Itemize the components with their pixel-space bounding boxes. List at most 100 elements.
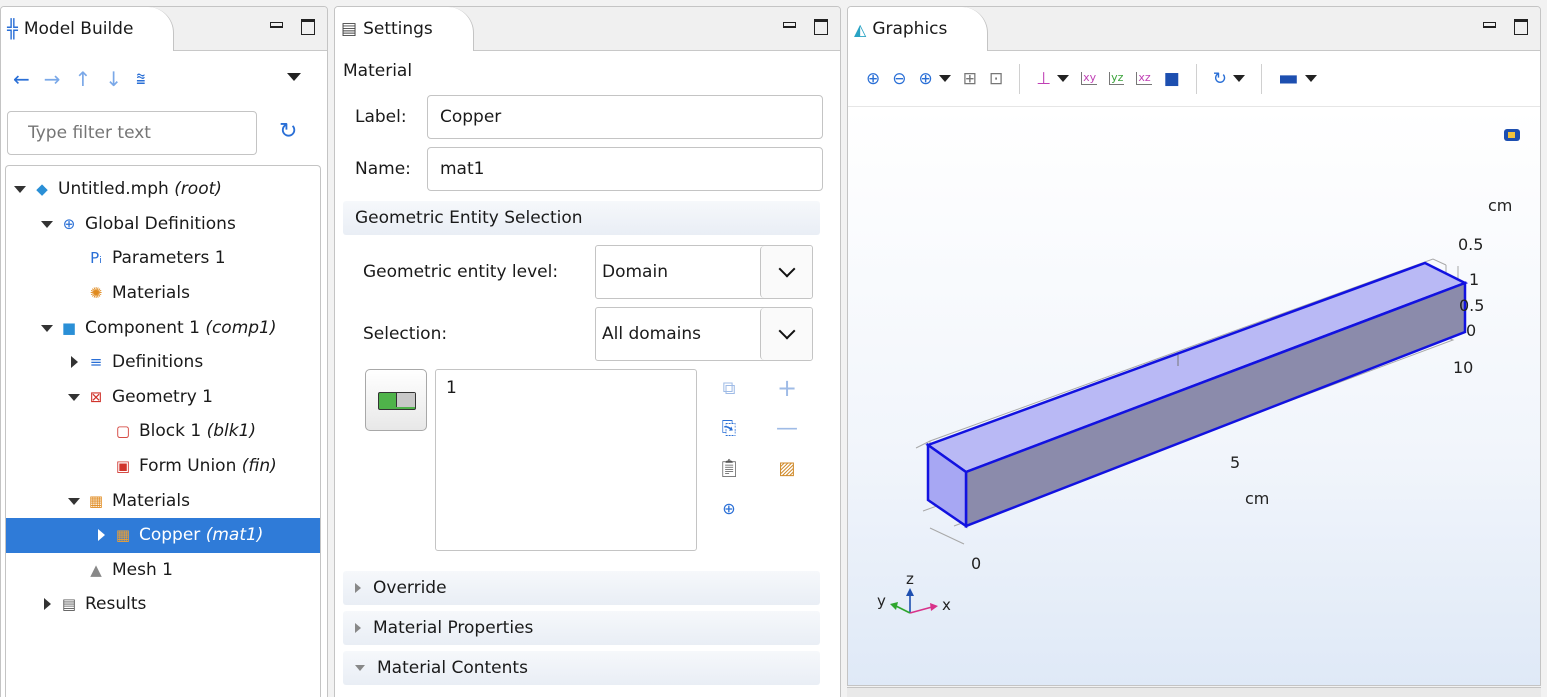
tree-item[interactable]: ✺ Materials [6, 276, 320, 311]
maximize-icon[interactable] [301, 18, 315, 35]
clear-selection-icon[interactable]: ▨ [773, 455, 801, 481]
axis-unit-bottom: cm [1245, 489, 1270, 508]
rotate-dropdown-icon[interactable] [1233, 75, 1245, 82]
tab-model-builder[interactable]: ╬ Model Builde [1, 7, 175, 51]
remove-icon[interactable]: — [773, 415, 801, 441]
tree-item[interactable]: ⊠ Geometry 1 [6, 380, 320, 415]
caret-down-icon[interactable] [66, 389, 82, 405]
active-toggle-button[interactable] [365, 369, 427, 431]
caret-right-icon[interactable] [93, 527, 109, 543]
model-builder-panel: ╬ Model Builde ← → ↑ ↓ ⩰ ↻ ◆ Untitled.mph… [0, 6, 328, 697]
section-geometric-entity-selection[interactable]: Geometric Entity Selection [343, 201, 820, 235]
section-override[interactable]: Override [343, 571, 820, 605]
refresh-icon[interactable]: ↻ [279, 119, 297, 144]
tree-item[interactable]: Pᵢ Parameters 1 [6, 241, 320, 276]
axis-unit-top: cm [1488, 196, 1513, 215]
rotate-icon[interactable]: ↻ [1213, 69, 1227, 89]
entity-level-value: Domain [602, 262, 668, 282]
zoom-extents-icon[interactable]: ⊡ [989, 69, 1003, 89]
graphics-window-buttons [1482, 18, 1528, 35]
x-tick-0: 0 [971, 554, 982, 573]
tree-item[interactable]: ◆ Untitled.mph (root) [6, 172, 320, 207]
minimize-icon[interactable] [269, 18, 283, 32]
tree-item[interactable]: ▤ Results [6, 587, 320, 622]
label-field[interactable]: Copper [427, 95, 823, 139]
render-mode-icon[interactable]: ▬ [1278, 66, 1299, 91]
tree-item[interactable]: ▦ Materials [6, 483, 320, 518]
tree-item-label: Block 1 [139, 421, 202, 442]
tree-item[interactable]: ▣ Form Union (fin) [6, 449, 320, 484]
view-yz-icon[interactable]: yz [1109, 72, 1125, 85]
paste-selection-icon[interactable]: ⧉ [715, 375, 743, 401]
copy-selection-icon[interactable]: ⎘ [715, 415, 743, 441]
add-icon[interactable]: + [773, 374, 801, 402]
tree-item-label: Component 1 [85, 317, 200, 338]
zoom-box-icon[interactable]: ⊕ [919, 69, 933, 89]
camera-icon[interactable]: ■ [1164, 69, 1180, 89]
toolbar-separator [1261, 63, 1262, 94]
tree-item[interactable]: ▲ Mesh 1 [6, 553, 320, 588]
section-contents-label: Material Contents [377, 658, 528, 678]
view-xz-icon[interactable]: xz [1136, 72, 1152, 85]
minimize-icon[interactable] [782, 18, 796, 32]
selection-label: Selection: [363, 324, 448, 344]
move-up-icon[interactable]: ↑ [75, 67, 92, 91]
label-field-label: Label: [355, 107, 407, 127]
selection-list-item[interactable]: 1 [446, 378, 686, 398]
zoom-out-icon[interactable]: ⊖ [892, 69, 906, 89]
tree-item[interactable]: ■ Component 1 (comp1) [6, 310, 320, 345]
x-tick-5: 5 [1230, 453, 1241, 472]
selection-list[interactable]: 1 [435, 369, 697, 551]
zoom-to-selection-icon[interactable]: ⊕ [715, 495, 743, 521]
view-axes-icon[interactable]: ⊥ [1036, 69, 1051, 89]
maximize-icon[interactable] [814, 18, 828, 35]
tree-item[interactable]: ▦ Copper (mat1) [6, 517, 320, 553]
geometry-icon: ⊠ [89, 387, 103, 406]
section-properties-label: Material Properties [373, 618, 534, 638]
clipboard-icon[interactable]: 📋︎ [715, 455, 743, 481]
label-row: Label: Copper [343, 91, 832, 143]
zoom-in-icon[interactable]: ⊕ [866, 69, 880, 89]
name-row: Name: mat1 [343, 143, 832, 195]
caret-right-icon[interactable] [39, 596, 55, 612]
chevron-down-icon[interactable] [760, 246, 812, 298]
forward-arrow-icon[interactable]: → [44, 67, 61, 91]
zoom-selected-icon[interactable]: ⊞ [963, 69, 977, 89]
chevron-down-icon[interactable] [760, 308, 812, 360]
move-down-icon[interactable]: ↓ [105, 67, 122, 91]
views-dropdown-icon[interactable] [1057, 75, 1070, 82]
zoom-dropdown-icon[interactable] [938, 75, 951, 82]
name-field[interactable]: mat1 [427, 147, 823, 191]
tree-item[interactable]: ≡ Definitions [6, 345, 320, 380]
back-arrow-icon[interactable]: ← [13, 67, 30, 91]
section-material-properties[interactable]: Material Properties [343, 611, 820, 645]
tree-item[interactable]: ▢ Block 1 (blk1) [6, 414, 320, 449]
tab-settings[interactable]: ▤ Settings [335, 7, 474, 51]
caret-down-icon[interactable] [66, 493, 82, 509]
toolbar-dropdown-icon[interactable] [287, 73, 301, 81]
entity-level-select[interactable]: Domain [595, 245, 813, 299]
caret-down-icon[interactable] [12, 181, 28, 197]
caret-down-icon[interactable] [39, 216, 55, 232]
tab-graphics[interactable]: ◭ Graphics [848, 7, 989, 51]
toolbar-separator [1195, 63, 1197, 94]
show-icon[interactable]: ⩰ [136, 69, 145, 89]
tree-item[interactable]: ⊕ Global Definitions [6, 207, 320, 242]
parameters-icon: Pᵢ [90, 249, 102, 268]
section-material-contents[interactable]: Material Contents [343, 651, 820, 685]
selection-select[interactable]: All domains [595, 307, 813, 361]
render-dropdown-icon[interactable] [1304, 75, 1317, 82]
maximize-icon[interactable] [1514, 18, 1528, 35]
view-xy-icon[interactable]: xy [1081, 72, 1098, 85]
graphics-canvas[interactable]: cm 0.5 1 0.5 0 10 5 cm 0 z y x [848, 108, 1540, 685]
filter-input[interactable] [7, 111, 257, 155]
graphics-panel: ◭ Graphics ⊕ ⊖ ⊕ ⊞ ⊡ ⊥ xy yz xz ■ ↻ ▬ cm… [847, 6, 1541, 686]
minimize-icon[interactable] [1482, 18, 1496, 32]
settings-tabbar: ▤ Settings [335, 7, 840, 51]
caret-down-icon[interactable] [39, 320, 55, 336]
geometry-view[interactable] [848, 108, 1540, 686]
caret-down-icon [355, 665, 365, 671]
caret-right-icon[interactable] [66, 354, 82, 370]
model-builder-tabbar: ╬ Model Builde [1, 7, 327, 51]
entity-level-row: Geometric entity level: Domain [343, 241, 832, 303]
